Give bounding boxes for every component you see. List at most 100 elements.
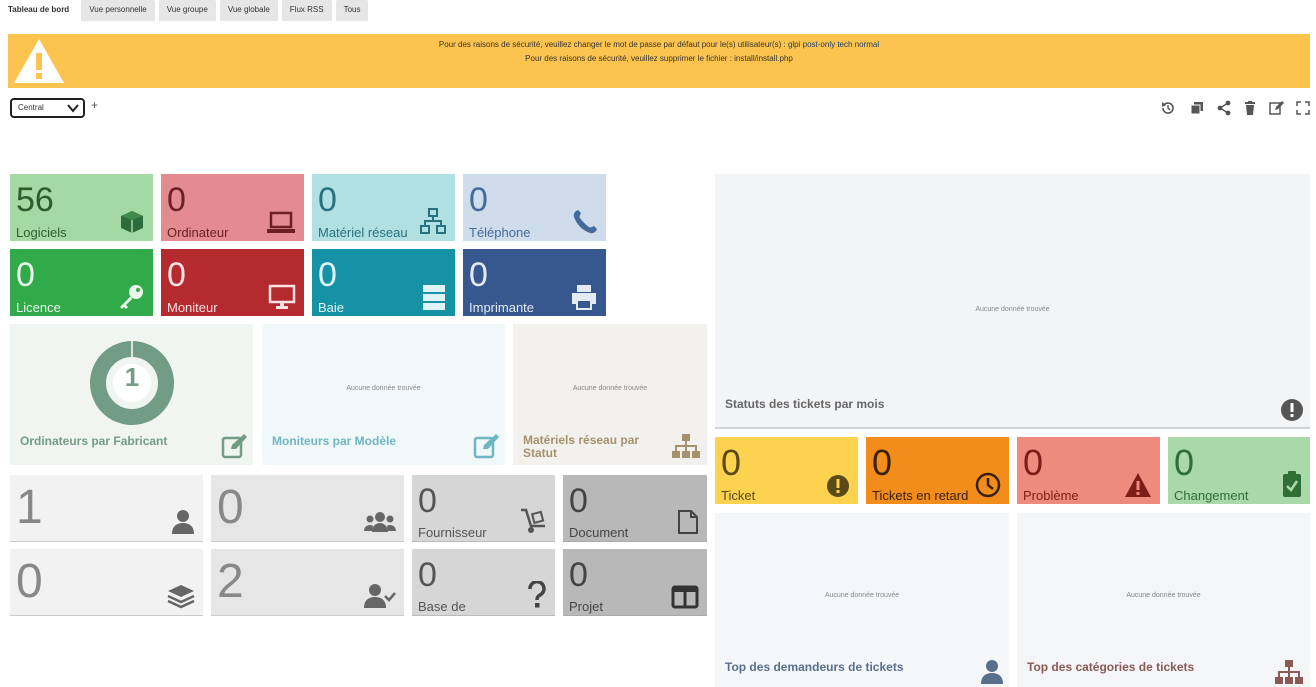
tab-all[interactable]: Tous: [335, 0, 369, 21]
late-tickets-label: Tickets en retard: [872, 488, 969, 503]
edit-square-icon: [221, 434, 247, 459]
tab-personal-view[interactable]: Vue personnelle: [81, 0, 155, 21]
question-icon: [528, 581, 546, 608]
password-warning: Pour des raisons de sécurité, veuillez c…: [8, 40, 1310, 49]
ticket-card[interactable]: 0 Ticket: [715, 437, 858, 504]
network-count: 0: [318, 181, 337, 219]
warning-triangle-icon: [1125, 473, 1151, 497]
software-label: Logiciels: [16, 225, 67, 240]
dashboard-select[interactable]: Central: [10, 98, 85, 118]
software-count: 56: [16, 181, 54, 219]
default-users-link[interactable]: glpi post-only tech normal: [788, 40, 879, 49]
printer-card[interactable]: 0 Imprimante: [463, 249, 606, 316]
network-card[interactable]: 0 Matériel réseau: [312, 174, 455, 241]
network-label: Matériel réseau: [318, 225, 408, 240]
computer-count: 0: [167, 181, 186, 219]
ticket-status-by-month-widget: Aucune donnée trouvée Statuts des ticket…: [715, 174, 1310, 429]
exclamation-circle-icon: [827, 475, 849, 497]
change-card[interactable]: 0 Changement: [1168, 437, 1310, 504]
rack-label: Baie: [318, 300, 345, 315]
sitemap-icon: [672, 434, 700, 458]
network-nodata: Aucune donnée trouvée: [572, 385, 648, 392]
project-label: Projet: [569, 599, 603, 614]
printer-icon: [572, 285, 596, 310]
monitor-card[interactable]: 0 Moniteur: [161, 249, 304, 316]
tab-group-view[interactable]: Vue groupe: [158, 0, 216, 21]
dashboard-select-value: Central: [18, 103, 44, 112]
document-count: 0: [569, 482, 588, 520]
layers-icon: [167, 585, 195, 609]
top-requesters-nodata: Aucune donnée trouvée: [824, 592, 900, 599]
problem-card[interactable]: 0 Problème: [1017, 437, 1160, 504]
rack-card[interactable]: 0 Baie: [312, 249, 455, 316]
license-label: Licence: [16, 300, 61, 315]
knowledge-base-card[interactable]: 0 Base de: [412, 549, 555, 616]
supplier-card[interactable]: 0 Fournisseur: [412, 475, 555, 542]
file-icon: [678, 510, 698, 534]
user-check-icon: [364, 584, 396, 608]
license-count: 0: [16, 256, 35, 294]
tab-dashboard[interactable]: Tableau de bord: [0, 0, 78, 21]
entities-count: 0: [16, 555, 43, 608]
tab-global-view[interactable]: Vue globale: [219, 0, 278, 21]
monitor-icon: [268, 284, 296, 309]
clone-icon[interactable]: [1189, 100, 1205, 116]
password-warning-text: Pour des raisons de sécurité, veuillez c…: [438, 40, 788, 49]
network-icon: [420, 208, 446, 234]
columns-icon: [671, 585, 699, 609]
phone-label: Téléphone: [469, 225, 531, 240]
ticket-status-by-month-title: Statuts des tickets par mois: [725, 397, 885, 411]
top-categories-widget: Aucune donnée trouvée Top des catégories…: [1017, 513, 1310, 687]
history-icon[interactable]: [1160, 100, 1176, 116]
profiles-card[interactable]: 2: [211, 549, 404, 616]
share-icon[interactable]: [1216, 100, 1232, 116]
computers-by-manufacturer-title: Ordinateurs par Fabricant: [20, 434, 168, 448]
computer-label: Ordinateur: [167, 225, 229, 240]
change-count: 0: [1174, 442, 1195, 483]
clock-icon: [975, 472, 1001, 498]
groups-card[interactable]: 0: [211, 475, 404, 542]
document-label: Document: [569, 525, 629, 540]
printer-label: Imprimante: [469, 300, 535, 315]
donut-total: 1: [124, 362, 140, 392]
document-card[interactable]: 0 Document: [563, 475, 707, 542]
add-dashboard-button[interactable]: +: [91, 98, 98, 112]
users-card[interactable]: 1: [10, 475, 203, 542]
dashboard-tabs: Tableau de bord Vue personnelle Vue grou…: [0, 0, 372, 24]
ticket-count: 0: [721, 442, 742, 483]
monitors-by-model-widget: Aucune donnée trouvée Moniteurs par Modè…: [262, 324, 505, 465]
late-tickets-card[interactable]: 0 Tickets en retard: [866, 437, 1009, 504]
network-by-status-title: Matériels réseau par Statut: [523, 433, 640, 460]
profiles-count: 2: [217, 555, 244, 608]
edit-icon[interactable]: [1268, 100, 1284, 116]
edit-square-icon: [473, 434, 499, 459]
server-icon: [423, 285, 445, 310]
sitemap-icon: [1275, 660, 1303, 684]
computers-by-manufacturer-widget: 1 Ordinateurs par Fabricant: [10, 324, 253, 465]
project-card[interactable]: 0 Projet: [563, 549, 707, 616]
supplier-label: Fournisseur: [418, 525, 487, 540]
fullscreen-icon[interactable]: [1295, 100, 1311, 116]
tab-rss-feed[interactable]: Flux RSS: [281, 0, 332, 21]
users-group-icon: [364, 512, 396, 532]
clipboard-check-icon: [1283, 471, 1301, 497]
license-card[interactable]: 0 Licence: [10, 249, 153, 316]
entities-card[interactable]: 0: [10, 549, 203, 616]
top-categories-title: Top des catégories de tickets: [1027, 660, 1195, 674]
trash-icon[interactable]: [1242, 100, 1258, 116]
phone-icon: [573, 210, 597, 234]
software-card[interactable]: 56 Logiciels: [10, 174, 153, 241]
monitor-count: 0: [167, 256, 186, 294]
printer-count: 0: [469, 256, 488, 294]
top-requesters-widget: Aucune donnée trouvée Top des demandeurs…: [715, 513, 1009, 687]
rack-count: 0: [318, 256, 337, 294]
computer-card[interactable]: 0 Ordinateur: [161, 174, 304, 241]
ticket-label: Ticket: [721, 488, 756, 503]
dolly-icon: [521, 508, 545, 533]
phone-count: 0: [469, 181, 488, 219]
late-tickets-count: 0: [872, 442, 893, 483]
knowledge-base-count: 0: [418, 556, 437, 594]
monitor-label: Moniteur: [167, 300, 218, 315]
top-categories-nodata: Aucune donnée trouvée: [1126, 592, 1201, 599]
phone-card[interactable]: 0 Téléphone: [463, 174, 606, 241]
